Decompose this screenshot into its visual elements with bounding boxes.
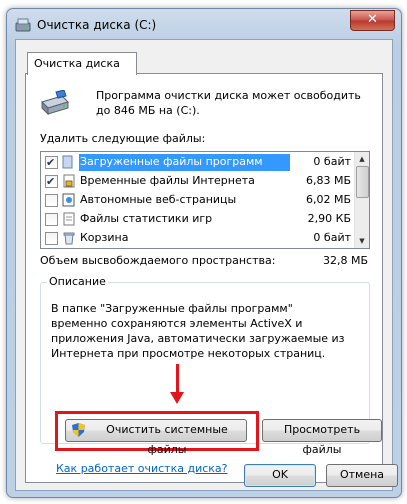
file-name: Файлы статистики игр xyxy=(80,212,213,225)
scroll-thumb[interactable] xyxy=(356,166,369,198)
intro-text: Программа очистки диска может освободить… xyxy=(96,89,361,117)
checkmark-icon: ✔ xyxy=(46,156,56,169)
list-item[interactable]: Файлы статистики игр 2,90 КБ xyxy=(41,210,355,229)
lock-file-icon xyxy=(63,174,75,188)
list-item[interactable]: ✔ Загруженные файлы программ 0 байт xyxy=(41,153,355,172)
file-size: 0 байт xyxy=(313,155,351,168)
description-text: В папке "Загруженные файлы программ" вре… xyxy=(51,302,345,360)
recycle-bin-icon xyxy=(63,232,75,245)
file-size: 2,90 КБ xyxy=(307,212,351,225)
annotation-arrow xyxy=(176,364,179,394)
uac-shield-icon xyxy=(72,423,85,437)
file-checkbox[interactable] xyxy=(45,213,58,226)
file-name: Временные файлы Интернета xyxy=(80,174,255,187)
file-name: Автономные веб-страницы xyxy=(80,193,237,206)
offline-page-icon xyxy=(62,193,75,207)
tab-panel: Программа очистки диска может освободить… xyxy=(25,73,383,483)
close-icon: ✕ xyxy=(367,12,378,27)
clean-system-files-label: Очистить системные файлы xyxy=(106,423,228,456)
file-name: Корзина xyxy=(80,231,129,244)
freed-space-value: 32,8 МБ xyxy=(322,254,368,267)
list-item[interactable]: Автономные веб-страницы 6,02 МБ xyxy=(41,191,355,210)
description-title: Описание xyxy=(47,275,108,288)
file-size: 6,02 МБ xyxy=(305,193,351,206)
cancel-button[interactable]: Отмена xyxy=(326,464,398,487)
list-scrollbar[interactable]: ▲ ▼ xyxy=(354,152,369,248)
disk-cleanup-window: Очистка диска (C:) ✕ Очистка диска Прогр… xyxy=(6,8,402,498)
freed-space-label: Объем высвобождаемого пространства: xyxy=(40,254,276,267)
files-to-delete-label: Удалить следующие файлы: xyxy=(40,132,206,145)
view-files-button[interactable]: Просмотреть файлы xyxy=(262,419,382,456)
scroll-up-icon[interactable]: ▲ xyxy=(355,152,369,166)
folder-icon xyxy=(62,155,73,169)
file-checkbox[interactable] xyxy=(45,232,58,245)
list-item[interactable]: Корзина 0 байт xyxy=(41,229,355,248)
dialog-client: Очистка диска Программа очистки диска мо… xyxy=(15,39,398,491)
annotation-arrow-head-icon xyxy=(170,392,184,404)
file-size: 0 байт xyxy=(313,231,351,244)
drive-cleanup-icon xyxy=(41,90,69,116)
close-button[interactable]: ✕ xyxy=(350,10,395,31)
page-icon xyxy=(63,212,75,226)
file-checkbox[interactable]: ✔ xyxy=(45,156,58,169)
window-title: Очистка диска (C:) xyxy=(37,18,157,32)
title-bar[interactable]: Очистка диска (C:) ✕ xyxy=(7,9,401,39)
checkmark-icon: ✔ xyxy=(46,175,56,188)
clean-system-files-button[interactable]: Очистить системные файлы xyxy=(65,419,247,456)
disk-cleanup-app-icon xyxy=(15,18,31,32)
list-item[interactable]: ✔ Временные файлы Интернета 6,83 МБ xyxy=(41,172,355,191)
ok-button[interactable]: OK xyxy=(244,464,316,487)
file-checkbox[interactable]: ✔ xyxy=(45,175,58,188)
file-checkbox[interactable] xyxy=(45,194,58,207)
tab-disk-cleanup[interactable]: Очистка диска xyxy=(27,52,137,75)
file-size: 6,83 МБ xyxy=(305,174,351,187)
file-name: Загруженные файлы программ xyxy=(79,154,290,171)
scroll-down-icon[interactable]: ▼ xyxy=(355,234,369,248)
files-list[interactable]: ✔ Загруженные файлы программ 0 байт ✔ Вр… xyxy=(40,151,370,249)
help-link[interactable]: Как работает очистка диска? xyxy=(56,462,228,475)
